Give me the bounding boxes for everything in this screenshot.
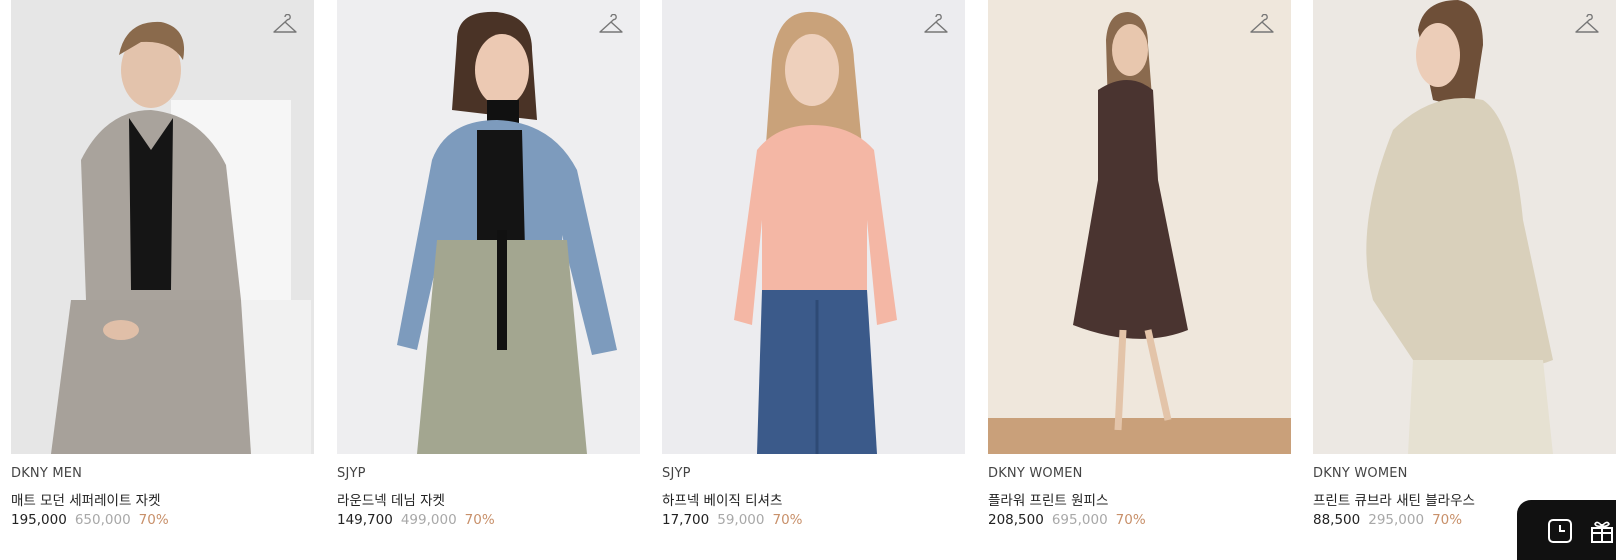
product-name[interactable]: 라운드넥 데님 자켓: [337, 489, 445, 509]
product-card[interactable]: DKNY MEN 매트 모던 세퍼레이트 자켓 195,000 650,000 70…: [11, 0, 314, 541]
hanger-icon[interactable]: [1574, 14, 1600, 38]
product-image[interactable]: [1313, 0, 1616, 454]
hanger-icon[interactable]: [1249, 14, 1275, 38]
sale-price: 17,700: [662, 512, 710, 528]
sale-price: 149,700: [337, 512, 393, 528]
sale-price: 208,500: [988, 512, 1044, 528]
product-name[interactable]: 플라워 프린트 원피스: [988, 489, 1108, 509]
product-grid: DKNY MEN 매트 모던 세퍼레이트 자켓 195,000 650,000 70…: [0, 0, 1616, 541]
price-row: 88,500 295,000 70%: [1313, 512, 1462, 528]
product-name[interactable]: 하프넥 베이직 티셔츠: [662, 489, 782, 509]
product-name[interactable]: 매트 모던 세퍼레이트 자켓: [11, 489, 161, 509]
hanger-icon[interactable]: [272, 14, 298, 38]
product-image[interactable]: [337, 0, 640, 454]
price-row: 17,700 59,000 70%: [662, 512, 803, 528]
product-card[interactable]: DKNY WOMEN 프린트 큐브라 새틴 블라우스 88,500 295,000…: [1313, 0, 1616, 541]
product-image[interactable]: [11, 0, 314, 454]
brand-name: DKNY MEN: [11, 466, 83, 481]
sale-price: 88,500: [1313, 512, 1361, 528]
original-price: 59,000: [717, 512, 765, 528]
original-price: 650,000: [74, 512, 131, 528]
hanger-icon[interactable]: [598, 14, 624, 38]
discount-rate: 70%: [1115, 512, 1146, 528]
price-row: 149,700 499,000 70%: [337, 512, 495, 528]
product-name[interactable]: 프린트 큐브라 새틴 블라우스: [1313, 489, 1475, 509]
clock-icon[interactable]: [1547, 518, 1573, 544]
product-card[interactable]: SJYP 라운드넥 데님 자켓 149,700 499,000 70%: [337, 0, 640, 541]
brand-name: DKNY WOMEN: [1313, 466, 1408, 481]
hanger-icon[interactable]: [923, 14, 949, 38]
product-image[interactable]: [988, 0, 1291, 454]
product-image[interactable]: [662, 0, 965, 454]
price-row: 195,000 650,000 70%: [11, 512, 169, 528]
original-price: 499,000: [400, 512, 457, 528]
brand-name: SJYP: [337, 466, 366, 481]
product-card[interactable]: SJYP 하프넥 베이직 티셔츠 17,700 59,000 70%: [662, 0, 965, 541]
discount-rate: 70%: [138, 512, 169, 528]
price-row: 208,500 695,000 70%: [988, 512, 1146, 528]
gift-icon[interactable]: [1589, 518, 1615, 544]
floating-action-bar[interactable]: [1517, 500, 1616, 560]
discount-rate: 70%: [1432, 512, 1463, 528]
brand-name: DKNY WOMEN: [988, 466, 1083, 481]
brand-name: SJYP: [662, 466, 691, 481]
original-price: 295,000: [1368, 512, 1425, 528]
discount-rate: 70%: [772, 512, 803, 528]
discount-rate: 70%: [464, 512, 495, 528]
sale-price: 195,000: [11, 512, 67, 528]
original-price: 695,000: [1051, 512, 1108, 528]
product-card[interactable]: DKNY WOMEN 플라워 프린트 원피스 208,500 695,000 70%: [988, 0, 1291, 541]
